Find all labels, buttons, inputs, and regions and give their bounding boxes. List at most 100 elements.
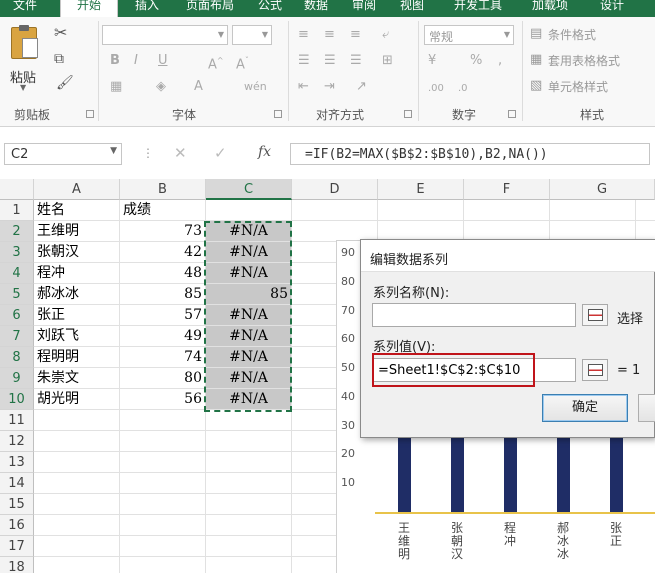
increase-decimal-icon[interactable]: .00: [428, 81, 444, 97]
indent-decrease-icon[interactable]: ⇤: [298, 79, 309, 95]
row-header[interactable]: 5: [0, 284, 34, 305]
cell-name[interactable]: 张朝汉: [34, 242, 120, 263]
cell-max-result[interactable]: #N/A: [206, 242, 292, 263]
cell-score[interactable]: 74: [120, 347, 206, 368]
select-all-corner[interactable]: [0, 179, 34, 200]
row-header[interactable]: 17: [0, 536, 34, 557]
tab-file[interactable]: 文件: [0, 0, 50, 17]
tab-design[interactable]: 设计: [592, 0, 632, 17]
cell-name[interactable]: 郝冰冰: [34, 284, 120, 305]
row-header[interactable]: 6: [0, 305, 34, 326]
cell-c1[interactable]: [206, 200, 292, 221]
tab-addins[interactable]: 加载项: [520, 0, 580, 17]
column-header-a[interactable]: A: [34, 179, 120, 200]
column-header-b[interactable]: B: [120, 179, 206, 200]
indent-increase-icon[interactable]: ⇥: [324, 79, 335, 95]
column-header-d[interactable]: D: [292, 179, 378, 200]
italic-icon[interactable]: I: [134, 53, 138, 69]
cell-score[interactable]: 49: [120, 326, 206, 347]
row-header[interactable]: 18: [0, 557, 34, 573]
row-header[interactable]: 16: [0, 515, 34, 536]
tab-data[interactable]: 数据: [296, 0, 336, 17]
decrease-font-icon[interactable]: Aˇ: [236, 53, 249, 73]
row-header[interactable]: 1: [0, 200, 34, 221]
row-header[interactable]: 3: [0, 242, 34, 263]
copy-icon[interactable]: ⧉: [54, 51, 64, 67]
tab-formulas[interactable]: 公式: [250, 0, 290, 17]
cell-score[interactable]: 48: [120, 263, 206, 284]
cell-name[interactable]: 胡光明: [34, 389, 120, 410]
align-top-icon[interactable]: ≡: [298, 27, 309, 43]
align-right-icon[interactable]: ☰: [350, 53, 362, 69]
number-format-select[interactable]: 常规 ▼: [424, 25, 514, 45]
row-header[interactable]: 14: [0, 473, 34, 494]
format-painter-icon[interactable]: 🖌: [56, 75, 74, 91]
number-launcher-icon[interactable]: [508, 110, 516, 118]
row-header[interactable]: 13: [0, 452, 34, 473]
cell-name[interactable]: 刘跃飞: [34, 326, 120, 347]
series-name-range-button[interactable]: [582, 304, 608, 326]
row-header[interactable]: 4: [0, 263, 34, 284]
cell-score[interactable]: 57: [120, 305, 206, 326]
row-header[interactable]: 10: [0, 389, 34, 410]
cell-score[interactable]: 56: [120, 389, 206, 410]
cell-max-result[interactable]: #N/A: [206, 263, 292, 284]
cell-styles-button[interactable]: ▧ 单元格样式: [530, 77, 650, 97]
more-options-icon[interactable]: ⋮: [142, 146, 154, 160]
series-values-range-button[interactable]: [582, 359, 608, 381]
font-color-icon[interactable]: A: [194, 79, 203, 95]
tab-developer[interactable]: 开发工具: [442, 0, 514, 17]
row-header[interactable]: 8: [0, 347, 34, 368]
paste-button[interactable]: 粘贴 ▼: [6, 23, 44, 93]
cell-name[interactable]: 王维明: [34, 221, 120, 242]
series-name-input[interactable]: [372, 303, 576, 327]
cell-name[interactable]: 程冲: [34, 263, 120, 284]
tab-page-layout[interactable]: 页面布局: [174, 0, 246, 17]
cell-a1[interactable]: 姓名: [34, 200, 120, 221]
insert-function-icon[interactable]: fx: [258, 144, 271, 160]
currency-icon[interactable]: ¥: [428, 53, 436, 69]
column-header-g[interactable]: G: [550, 179, 655, 200]
increase-font-icon[interactable]: A^: [208, 53, 224, 73]
row-header[interactable]: 11: [0, 410, 34, 431]
cell-score[interactable]: 80: [120, 368, 206, 389]
align-bottom-icon[interactable]: ≡: [350, 27, 361, 43]
dialog-title-bar[interactable]: 编辑数据系列: [361, 240, 655, 272]
cell-score[interactable]: 42: [120, 242, 206, 263]
fill-color-icon[interactable]: ◈: [156, 79, 166, 95]
cell-max-result[interactable]: #N/A: [206, 305, 292, 326]
cell-max-result[interactable]: #N/A: [206, 347, 292, 368]
ok-button[interactable]: 确定: [542, 394, 628, 422]
bold-icon[interactable]: B: [110, 53, 120, 69]
cell-name[interactable]: 朱崇文: [34, 368, 120, 389]
row-header[interactable]: 2: [0, 221, 34, 242]
cell-max-result[interactable]: #N/A: [206, 221, 292, 242]
align-left-icon[interactable]: ☰: [298, 53, 310, 69]
row-header[interactable]: 15: [0, 494, 34, 515]
cell-max-result[interactable]: 85: [206, 284, 292, 305]
row-header[interactable]: 7: [0, 326, 34, 347]
cut-icon[interactable]: ✂: [54, 25, 67, 41]
cell-max-result[interactable]: #N/A: [206, 368, 292, 389]
percent-icon[interactable]: %: [470, 53, 482, 69]
merge-icon[interactable]: ⊞: [382, 53, 393, 69]
decrease-decimal-icon[interactable]: .0: [458, 81, 468, 97]
column-header-e[interactable]: E: [378, 179, 464, 200]
align-middle-icon[interactable]: ≡: [324, 27, 335, 43]
cell-max-result[interactable]: #N/A: [206, 389, 292, 410]
cell-b1[interactable]: 成绩: [120, 200, 206, 221]
cell-name[interactable]: 程明明: [34, 347, 120, 368]
series-values-input[interactable]: =Sheet1!$C$2:$C$10: [372, 358, 576, 382]
alignment-launcher-icon[interactable]: [404, 110, 412, 118]
tab-review[interactable]: 审阅: [344, 0, 384, 17]
enter-icon[interactable]: ✓: [214, 144, 227, 162]
font-launcher-icon[interactable]: [274, 110, 282, 118]
column-header-c[interactable]: C: [206, 179, 292, 200]
table-format-button[interactable]: ▦ 套用表格格式: [530, 51, 655, 71]
phonetic-icon[interactable]: wén: [244, 79, 267, 95]
wrap-text-icon[interactable]: ⤶: [382, 27, 389, 43]
cell-name[interactable]: 张正: [34, 305, 120, 326]
conditional-format-button[interactable]: ▤ 条件格式: [530, 25, 650, 45]
comma-icon[interactable]: ,: [498, 53, 502, 69]
orientation-icon[interactable]: ↗: [356, 79, 367, 95]
